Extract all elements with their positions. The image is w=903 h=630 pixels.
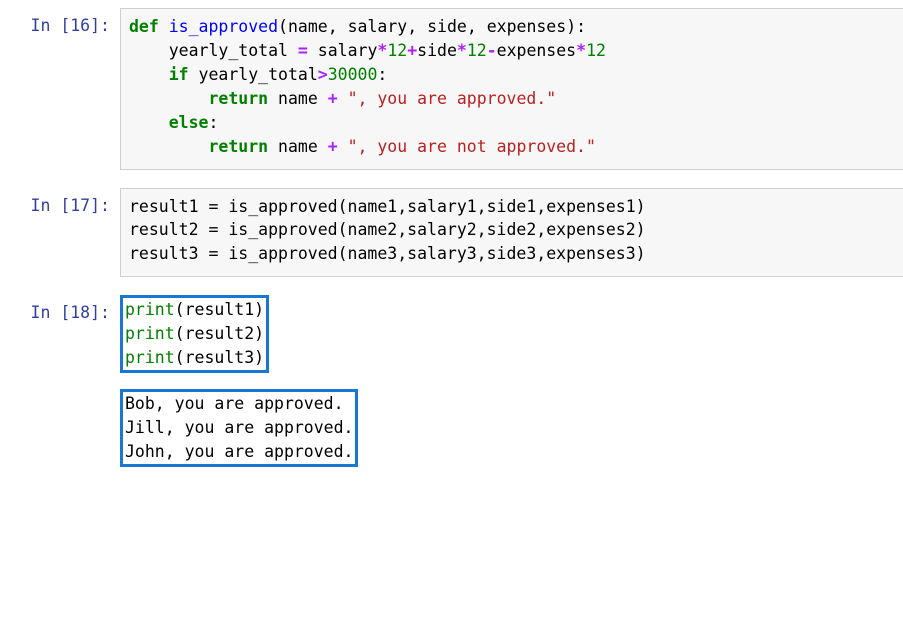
colon: : [209, 113, 219, 132]
num-12: 12 [387, 41, 407, 60]
op-mul: * [377, 41, 387, 60]
op-mul: * [576, 41, 586, 60]
code-input-area[interactable]: result1 = is_approved(name1,salary1,side… [120, 188, 903, 278]
comma: , [407, 17, 427, 36]
kw-return: return [208, 137, 268, 156]
id-expenses: expenses [497, 41, 576, 60]
op-plus: + [328, 137, 338, 156]
id-yearly-total: yearly_total [189, 65, 318, 84]
output-line-3: John, you are approved. [125, 442, 353, 461]
param-salary: salary [348, 17, 408, 36]
output-line-2: Jill, you are approved. [125, 418, 353, 437]
highlighted-output-block: Bob, you are approved. Jill, you are app… [120, 389, 358, 467]
param-expenses: expenses [487, 17, 566, 36]
code-cell-16: In [16]: def is_approved(name, salary, s… [0, 8, 903, 170]
output-cell-18: Bob, you are approved. Jill, you are app… [0, 385, 903, 473]
op-gt: > [318, 65, 328, 84]
id-name: name [268, 137, 328, 156]
comma: , [328, 17, 348, 36]
code-content: def is_approved(name, salary, side, expe… [129, 15, 895, 159]
code-input-area[interactable]: def is_approved(name, salary, side, expe… [120, 8, 903, 170]
id-side: side [417, 41, 457, 60]
code-line-1: result1 = is_approved(name1,salary1,side… [129, 197, 646, 216]
op-minus: - [487, 41, 497, 60]
comma: , [467, 17, 487, 36]
builtin-print: print [125, 300, 175, 319]
paren-open: ( [278, 17, 288, 36]
code-input-area[interactable]: print(result1) print(result2) print(resu… [120, 295, 903, 379]
kw-return: return [208, 89, 268, 108]
paren-close: ): [566, 17, 586, 36]
op-assign: = [288, 41, 318, 60]
code-cell-18: In [18]: print(result1) print(result2) p… [0, 295, 903, 379]
op-mul: * [457, 41, 467, 60]
builtin-print: print [125, 324, 175, 343]
str-not-approved: ", you are not approved." [338, 137, 596, 156]
op-plus: + [407, 41, 417, 60]
colon: : [377, 65, 387, 84]
param-name: name [288, 17, 328, 36]
output-prompt-spacer [8, 385, 120, 473]
prompt-label: In [18]: [31, 303, 110, 322]
input-prompt: In [18]: [8, 295, 120, 379]
code-content: result1 = is_approved(name1,salary1,side… [129, 195, 895, 267]
code-cell-17: In [17]: result1 = is_approved(name1,sal… [0, 188, 903, 278]
builtin-print: print [125, 348, 175, 367]
num-12: 12 [586, 41, 606, 60]
prompt-label: In [17]: [31, 196, 110, 215]
prompt-label: In [16]: [31, 16, 110, 35]
id-salary: salary [318, 41, 378, 60]
print-arg-1: (result1) [175, 300, 264, 319]
code-line-2: result2 = is_approved(name2,salary2,side… [129, 220, 646, 239]
print-arg-2: (result2) [175, 324, 264, 343]
op-plus: + [328, 89, 338, 108]
num-12: 12 [467, 41, 487, 60]
code-line-3: result3 = is_approved(name3,salary3,side… [129, 244, 646, 263]
kw-def: def [129, 17, 159, 36]
str-approved: ", you are approved." [338, 89, 557, 108]
kw-if: if [169, 65, 189, 84]
print-arg-3: (result3) [175, 348, 264, 367]
input-prompt: In [16]: [8, 8, 120, 170]
highlighted-code-block: print(result1) print(result2) print(resu… [120, 295, 269, 373]
input-prompt: In [17]: [8, 188, 120, 278]
var-yearly-total: yearly_total [169, 41, 288, 60]
param-side: side [427, 17, 467, 36]
output-line-1: Bob, you are approved. [125, 394, 344, 413]
num-30000: 30000 [328, 65, 378, 84]
func-name: is_approved [169, 17, 278, 36]
kw-else: else [169, 113, 209, 132]
output-area: Bob, you are approved. Jill, you are app… [120, 385, 903, 473]
id-name: name [268, 89, 328, 108]
